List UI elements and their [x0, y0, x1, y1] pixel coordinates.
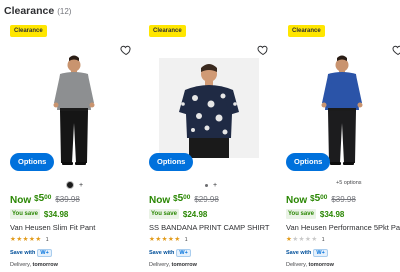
star-icon: ★: [161, 236, 168, 243]
price-cents: 00: [320, 194, 328, 201]
save-with-label: Save with: [286, 250, 312, 256]
section-header: Clearance (12): [4, 5, 71, 19]
product-title[interactable]: Van Heusen Performance 5Pkt Pant: [286, 223, 400, 232]
review-count[interactable]: 1: [185, 237, 188, 243]
now-label: Now: [10, 195, 32, 206]
you-save-label: You save: [10, 209, 40, 219]
star-icon: ★: [174, 236, 181, 243]
swatch-black[interactable]: [66, 181, 74, 189]
price: Now $ 5 00 $29.98: [149, 193, 219, 206]
savings: You save $34.98: [286, 209, 344, 219]
delivery-time: tomorrow: [171, 262, 197, 268]
review-count[interactable]: 1: [46, 237, 49, 243]
clearance-badge: Clearance: [149, 25, 186, 37]
star-icon: ★: [286, 236, 292, 243]
now-label: Now: [286, 195, 308, 206]
clearance-badge: Clearance: [10, 25, 47, 37]
price: Now $ 5 00 $39.98: [10, 193, 80, 206]
was-price: $39.98: [55, 195, 80, 204]
savings: You save $34.98: [10, 209, 68, 219]
more-swatches[interactable]: +: [79, 182, 83, 189]
heart-icon[interactable]: [257, 44, 269, 56]
rating: ★ ★ ★ ★ ★ 1: [286, 236, 325, 243]
delivery-info: Delivery, tomorrow: [149, 262, 197, 268]
price-cents: 00: [44, 194, 52, 201]
star-icon: ★: [292, 236, 299, 243]
product-title[interactable]: SS BANDANA PRINT CAMP SHIRT: [149, 223, 277, 232]
star-icon: ★: [149, 236, 155, 243]
delivery-time: tomorrow: [308, 262, 334, 268]
product-card[interactable]: Clearance Options + Now $ 5 00 $39.98 Yo…: [4, 22, 136, 272]
product-image[interactable]: [159, 58, 259, 158]
walmart-plus-savings: Save with W+: [149, 249, 191, 257]
star-icon: ★: [304, 236, 311, 243]
heart-icon[interactable]: [392, 44, 400, 56]
was-price: $29.98: [194, 195, 219, 204]
save-with-label: Save with: [149, 250, 175, 256]
walmart-plus-icon: W+: [37, 249, 52, 257]
options-button[interactable]: Options: [10, 153, 55, 171]
product-card[interactable]: Clearance Options + Now $ 5 00 $29.98 Yo…: [143, 22, 275, 272]
star-icon: ★: [167, 236, 174, 243]
delivery-info: Delivery, tomorrow: [10, 262, 58, 268]
product-card[interactable]: Clearance Options +5 options Now $ 5 00 …: [282, 22, 400, 272]
delivery-label: Delivery,: [10, 262, 33, 268]
star-icon: ★: [35, 236, 42, 243]
star-icon: ★: [311, 236, 318, 243]
delivery-label: Delivery,: [286, 262, 309, 268]
star-icon: ★: [16, 236, 23, 243]
walmart-plus-icon: W+: [313, 249, 328, 257]
delivery-time: tomorrow: [32, 262, 58, 268]
color-swatches: +: [205, 180, 217, 190]
save-amount: $34.98: [319, 209, 345, 219]
walmart-plus-icon: W+: [176, 249, 191, 257]
options-button[interactable]: Options: [149, 153, 194, 171]
now-label: Now: [149, 195, 171, 206]
star-icon: ★: [10, 236, 16, 243]
save-amount: $34.98: [43, 209, 69, 219]
clearance-badge: Clearance: [288, 25, 325, 37]
you-save-label: You save: [286, 209, 316, 219]
more-swatches[interactable]: +: [213, 182, 217, 189]
price-cents: 00: [183, 194, 191, 201]
color-swatches: +: [66, 180, 83, 190]
savings: You save $24.98: [149, 209, 207, 219]
price: Now $ 5 00 $39.98: [286, 193, 356, 206]
delivery-label: Delivery,: [149, 262, 172, 268]
star-icon: ★: [28, 236, 35, 243]
review-count[interactable]: 1: [322, 237, 325, 243]
you-save-label: You save: [149, 209, 179, 219]
star-icon: ★: [22, 236, 29, 243]
delivery-info: Delivery, tomorrow: [286, 262, 334, 268]
section-title: Clearance: [4, 5, 55, 17]
more-options-link[interactable]: +5 options: [336, 180, 362, 186]
product-title[interactable]: Van Heusen Slim Fit Pant: [10, 223, 138, 232]
save-with-label: Save with: [10, 250, 36, 256]
options-button[interactable]: Options: [286, 153, 331, 171]
swatch-print[interactable]: [205, 183, 208, 187]
star-icon: ★: [155, 236, 162, 243]
result-count: (12): [57, 7, 72, 16]
was-price: $39.98: [331, 195, 356, 204]
walmart-plus-savings: Save with W+: [10, 249, 52, 257]
save-amount: $24.98: [182, 209, 208, 219]
star-icon: ★: [298, 236, 305, 243]
walmart-plus-savings: Save with W+: [286, 249, 328, 257]
rating: ★ ★ ★ ★ ★ 1: [10, 236, 49, 243]
rating: ★ ★ ★ ★ ★ 1: [149, 236, 188, 243]
